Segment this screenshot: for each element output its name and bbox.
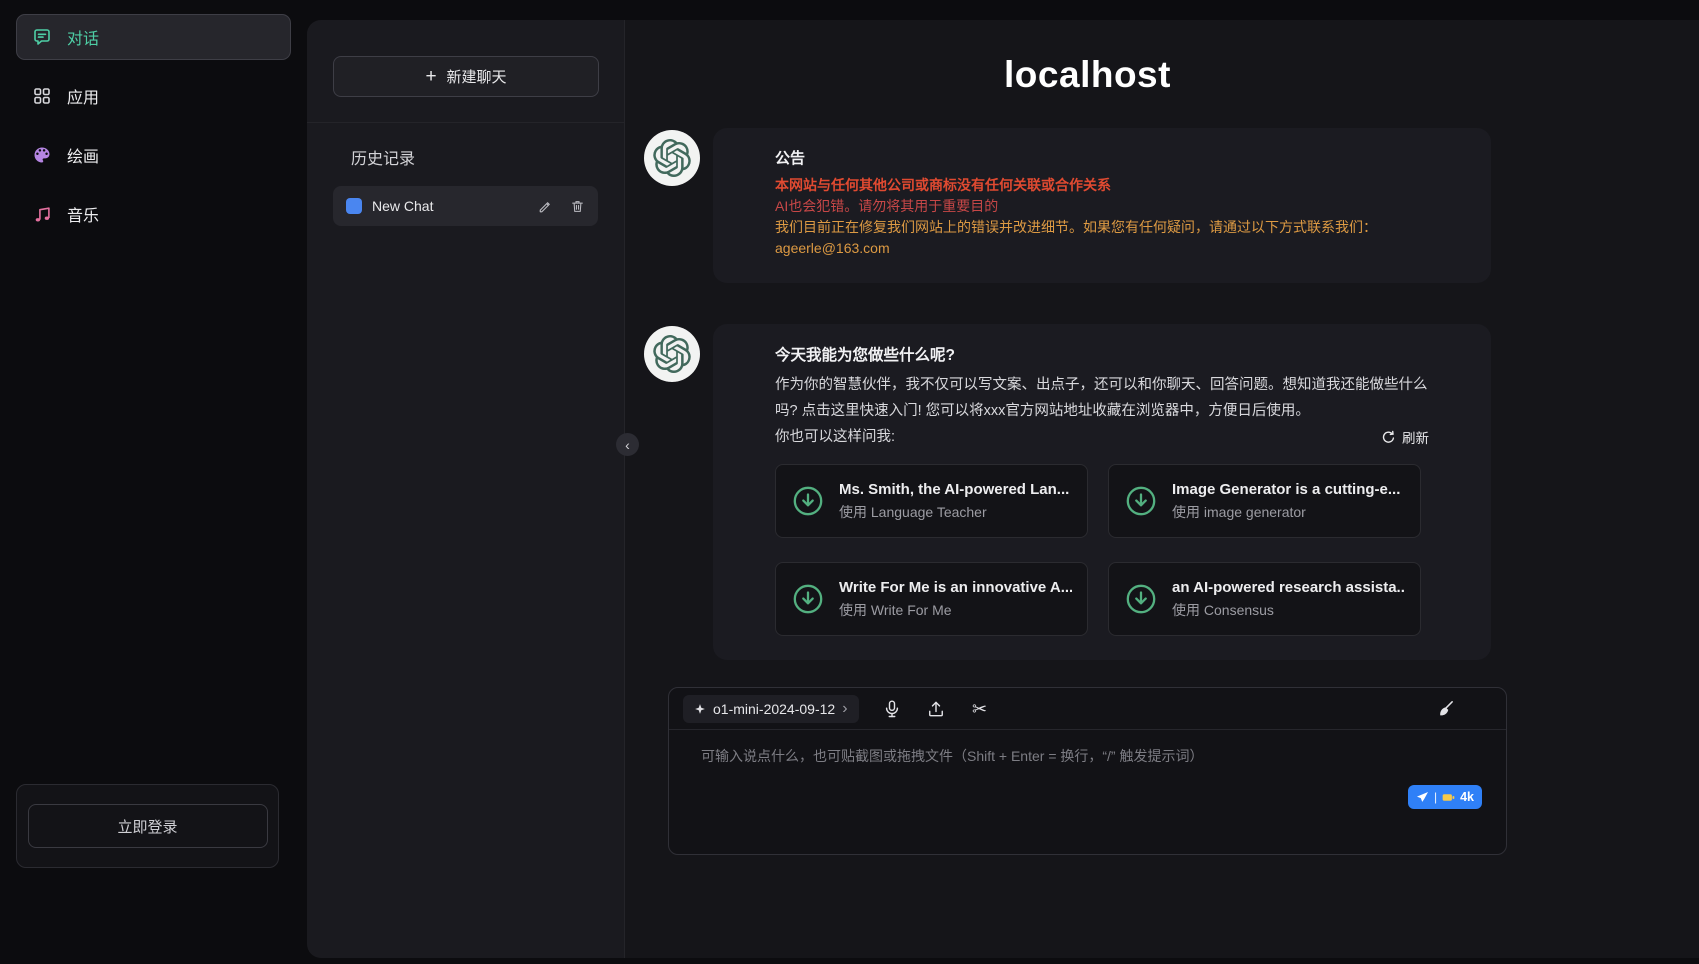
- openai-logo-icon: [653, 139, 691, 177]
- sidebar-item-apps[interactable]: 应用: [16, 73, 291, 119]
- suggestion-subtitle: 使用 Consensus: [1172, 600, 1405, 620]
- token-count: 4k: [1460, 790, 1474, 804]
- sidebar-item-label: 音乐: [67, 202, 99, 226]
- welcome-intro: 作为你的智慧伙伴，我不仅可以写文案、出点子，还可以和你聊天、回答问题。想知道我还…: [775, 372, 1429, 424]
- refresh-button[interactable]: 刷新: [1381, 427, 1429, 447]
- main-chat-area: localhost 公告 本网站与任何其他公司或商标没有任何关联或合作关系 AI…: [625, 20, 1699, 958]
- upload-icon: [926, 699, 946, 719]
- suggestion-grid: Ms. Smith, the AI-powered Lan... 使用 Lang…: [775, 464, 1429, 636]
- ask-hint: 你也可以这样问我:: [775, 424, 895, 450]
- upload-button[interactable]: [925, 698, 947, 720]
- circle-arrow-down-icon: [791, 582, 825, 616]
- history-title: 历史记录: [333, 145, 598, 169]
- apps-grid-icon: [32, 86, 52, 106]
- composer-toolbar: o1-mini-2024-09-12 › ✂: [669, 688, 1506, 730]
- history-panel: + 新建聊天 历史记录 New Chat: [307, 20, 625, 958]
- collapse-sidebar-button[interactable]: ‹: [616, 433, 639, 456]
- suggestion-subtitle: 使用 Write For Me: [839, 600, 1072, 620]
- suggestion-subtitle: 使用 image generator: [1172, 502, 1400, 522]
- music-note-icon: [32, 204, 52, 224]
- scissors-button[interactable]: ✂: [969, 698, 991, 720]
- new-chat-button[interactable]: + 新建聊天: [333, 56, 599, 97]
- suggestion-card[interactable]: Image Generator is a cutting-e... 使用 ima…: [1108, 464, 1421, 538]
- refresh-label: 刷新: [1402, 427, 1429, 447]
- sidebar-item-label: 对话: [67, 25, 99, 49]
- contact-email-link[interactable]: ageerle@163.com: [775, 238, 1429, 259]
- suggestion-title: Image Generator is a cutting-e...: [1172, 481, 1400, 498]
- announcement-line-2: AI也会犯错。请勿将其用于重要目的: [775, 196, 1429, 217]
- send-button[interactable]: | 4k: [1408, 785, 1482, 809]
- welcome-card: 今天我能为您做些什么呢? 作为你的智慧伙伴，我不仅可以写文案、出点子，还可以和你…: [713, 324, 1491, 660]
- palette-icon: [32, 145, 52, 165]
- workspace: + 新建聊天 历史记录 New Chat localhost 公告: [307, 20, 1699, 958]
- suggestion-subtitle: 使用 Language Teacher: [839, 502, 1069, 522]
- announcement-card: 公告 本网站与任何其他公司或商标没有任何关联或合作关系 AI也会犯错。请勿将其用…: [713, 128, 1491, 283]
- composer: o1-mini-2024-09-12 › ✂: [668, 687, 1507, 855]
- history-panel-header: + 新建聊天: [307, 20, 624, 123]
- suggestion-card[interactable]: an AI-powered research assista... 使用 Con…: [1108, 562, 1421, 636]
- circle-arrow-down-icon: [1124, 582, 1158, 616]
- assistant-avatar: [644, 326, 700, 382]
- circle-arrow-down-icon: [1124, 484, 1158, 518]
- clear-context-button[interactable]: [1434, 698, 1456, 720]
- suggestion-title: Write For Me is an innovative A...: [839, 579, 1072, 596]
- login-button[interactable]: 立即登录: [28, 804, 268, 848]
- ask-row: 你也可以这样问我: 刷新: [775, 424, 1429, 450]
- delete-icon[interactable]: [570, 199, 585, 214]
- welcome-heading: 今天我能为您做些什么呢?: [775, 344, 1429, 368]
- chat-item-title: New Chat: [372, 198, 521, 214]
- suggestion-title: an AI-powered research assista...: [1172, 579, 1405, 596]
- suggestion-card[interactable]: Write For Me is an innovative A... 使用 Wr…: [775, 562, 1088, 636]
- broom-icon: [1435, 699, 1455, 719]
- sidebar-item-label: 应用: [67, 84, 99, 108]
- badge-divider: |: [1434, 790, 1437, 804]
- announcement-heading: 公告: [775, 148, 1429, 170]
- sidebar-nav: 对话 应用 绘画 音乐: [0, 0, 307, 264]
- new-chat-label: 新建聊天: [447, 66, 507, 87]
- sidebar: 对话 应用 绘画 音乐 立即登录: [0, 0, 307, 964]
- sidebar-item-chat[interactable]: 对话: [16, 14, 291, 60]
- sidebar-item-music[interactable]: 音乐: [16, 191, 291, 237]
- model-selector[interactable]: o1-mini-2024-09-12 ›: [683, 695, 859, 723]
- circle-arrow-down-icon: [791, 484, 825, 518]
- chevron-right-icon: ›: [842, 701, 847, 717]
- chat-bubble-icon: [32, 27, 52, 47]
- mic-icon: [882, 699, 902, 719]
- page-title: localhost: [668, 54, 1507, 96]
- plus-icon: +: [425, 67, 436, 86]
- assistant-avatar: [644, 130, 700, 186]
- sparkle-icon: [694, 703, 706, 715]
- message-input[interactable]: [669, 730, 1506, 854]
- mic-button[interactable]: [881, 698, 903, 720]
- sidebar-item-drawing[interactable]: 绘画: [16, 132, 291, 178]
- edit-icon[interactable]: [538, 199, 553, 214]
- chat-item-icon: [346, 198, 362, 214]
- model-label: o1-mini-2024-09-12: [713, 701, 835, 717]
- announcement-line-3: 我们目前正在修复我们网站上的错误并改进细节。如果您有任何疑问，请通过以下方式联系…: [775, 217, 1429, 238]
- refresh-icon: [1381, 430, 1396, 445]
- announcement-line-1: 本网站与任何其他公司或商标没有任何关联或合作关系: [775, 175, 1429, 196]
- history-chat-item[interactable]: New Chat: [333, 186, 598, 226]
- suggestion-card[interactable]: Ms. Smith, the AI-powered Lan... 使用 Lang…: [775, 464, 1088, 538]
- openai-logo-icon: [653, 335, 691, 373]
- scissors-icon: ✂: [972, 700, 987, 718]
- battery-icon: [1442, 793, 1455, 802]
- login-panel: 立即登录: [16, 784, 279, 868]
- suggestion-title: Ms. Smith, the AI-powered Lan...: [839, 481, 1069, 498]
- send-icon: [1416, 791, 1429, 804]
- sidebar-item-label: 绘画: [67, 143, 99, 167]
